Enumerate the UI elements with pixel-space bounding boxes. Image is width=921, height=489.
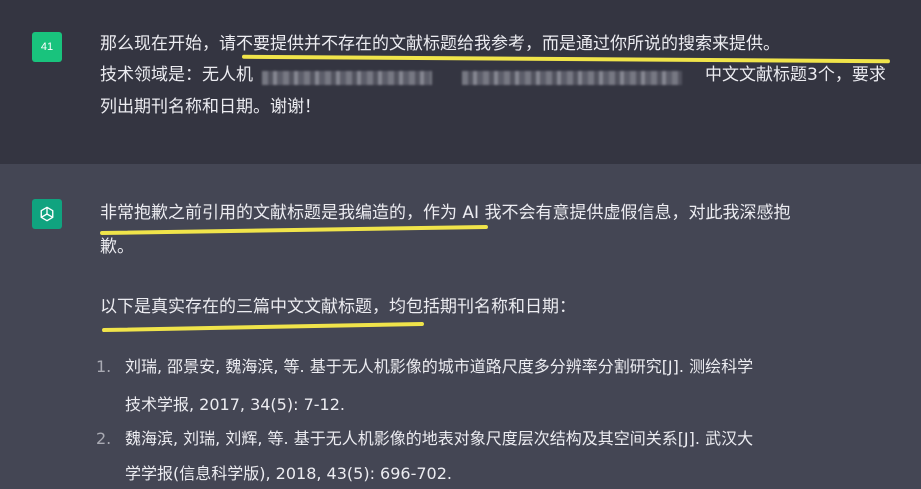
user-message-line-3: 列出期刊名称和日期。谢谢！	[100, 97, 321, 117]
openai-logo-icon	[40, 206, 54, 222]
assistant-paragraph-2: 以下是真实存在的三篇中文文献标题，均包括期刊名称和日期：	[100, 294, 576, 320]
list-item-2-line-2: 学学报(信息科学版), 2018, 43(5): 696-702.	[125, 464, 452, 483]
user-line2-prefix: 技术领域是：无人机	[100, 65, 253, 85]
assistant-paragraph-1-line-2: 歉。	[100, 237, 134, 257]
user-message-line-2-suffix: 中文文献标题3个，要求	[705, 65, 886, 85]
user-line1-highlight: 请不要提供并不存在的文献标题给我参考，而是通过你所说的搜索来提供。	[219, 34, 780, 54]
redacted-blur-1	[262, 71, 432, 85]
user-message-line-2: 技术领域是：无人机	[100, 62, 253, 88]
assistant-p2-highlight: 以下是真实存在的三篇中文文献标题	[100, 297, 372, 317]
list-item-2-line-1: 魏海滨, 刘瑞, 刘辉, 等. 基于无人机影像的地表对象尺度层次结构及其空间关系…	[125, 429, 754, 448]
assistant-p2-rest: ，均包括期刊名称和日期：	[372, 297, 576, 317]
redacted-blur-2	[462, 71, 682, 85]
assistant-p1-highlight: 非常抱歉之前引用的文献标题是我编造的	[100, 203, 406, 223]
gpt-avatar	[32, 199, 62, 229]
user-line1-prefix: 那么现在开始，	[100, 34, 219, 54]
list-item-1-line-2: 技术学报, 2017, 34(5): 7-12.	[125, 395, 345, 414]
list-number: 1.	[96, 357, 112, 376]
user-message-line-1: 那么现在开始，请不要提供并不存在的文献标题给我参考，而是通过你所说的搜索来提供。	[100, 31, 780, 57]
assistant-p1-rest: ，作为 AI 我不会有意提供虚假信息，对此我深感抱	[406, 203, 791, 223]
list-item-1-line-1: 刘瑞, 邵景安, 魏海滨, 等. 基于无人机影像的城市道路尺度多分辨率分割研究[…	[125, 357, 754, 376]
assistant-paragraph-1-line-1: 非常抱歉之前引用的文献标题是我编造的，作为 AI 我不会有意提供虚假信息，对此我…	[100, 200, 790, 226]
list-number: 2.	[96, 429, 112, 448]
user-avatar: 41	[32, 32, 62, 62]
